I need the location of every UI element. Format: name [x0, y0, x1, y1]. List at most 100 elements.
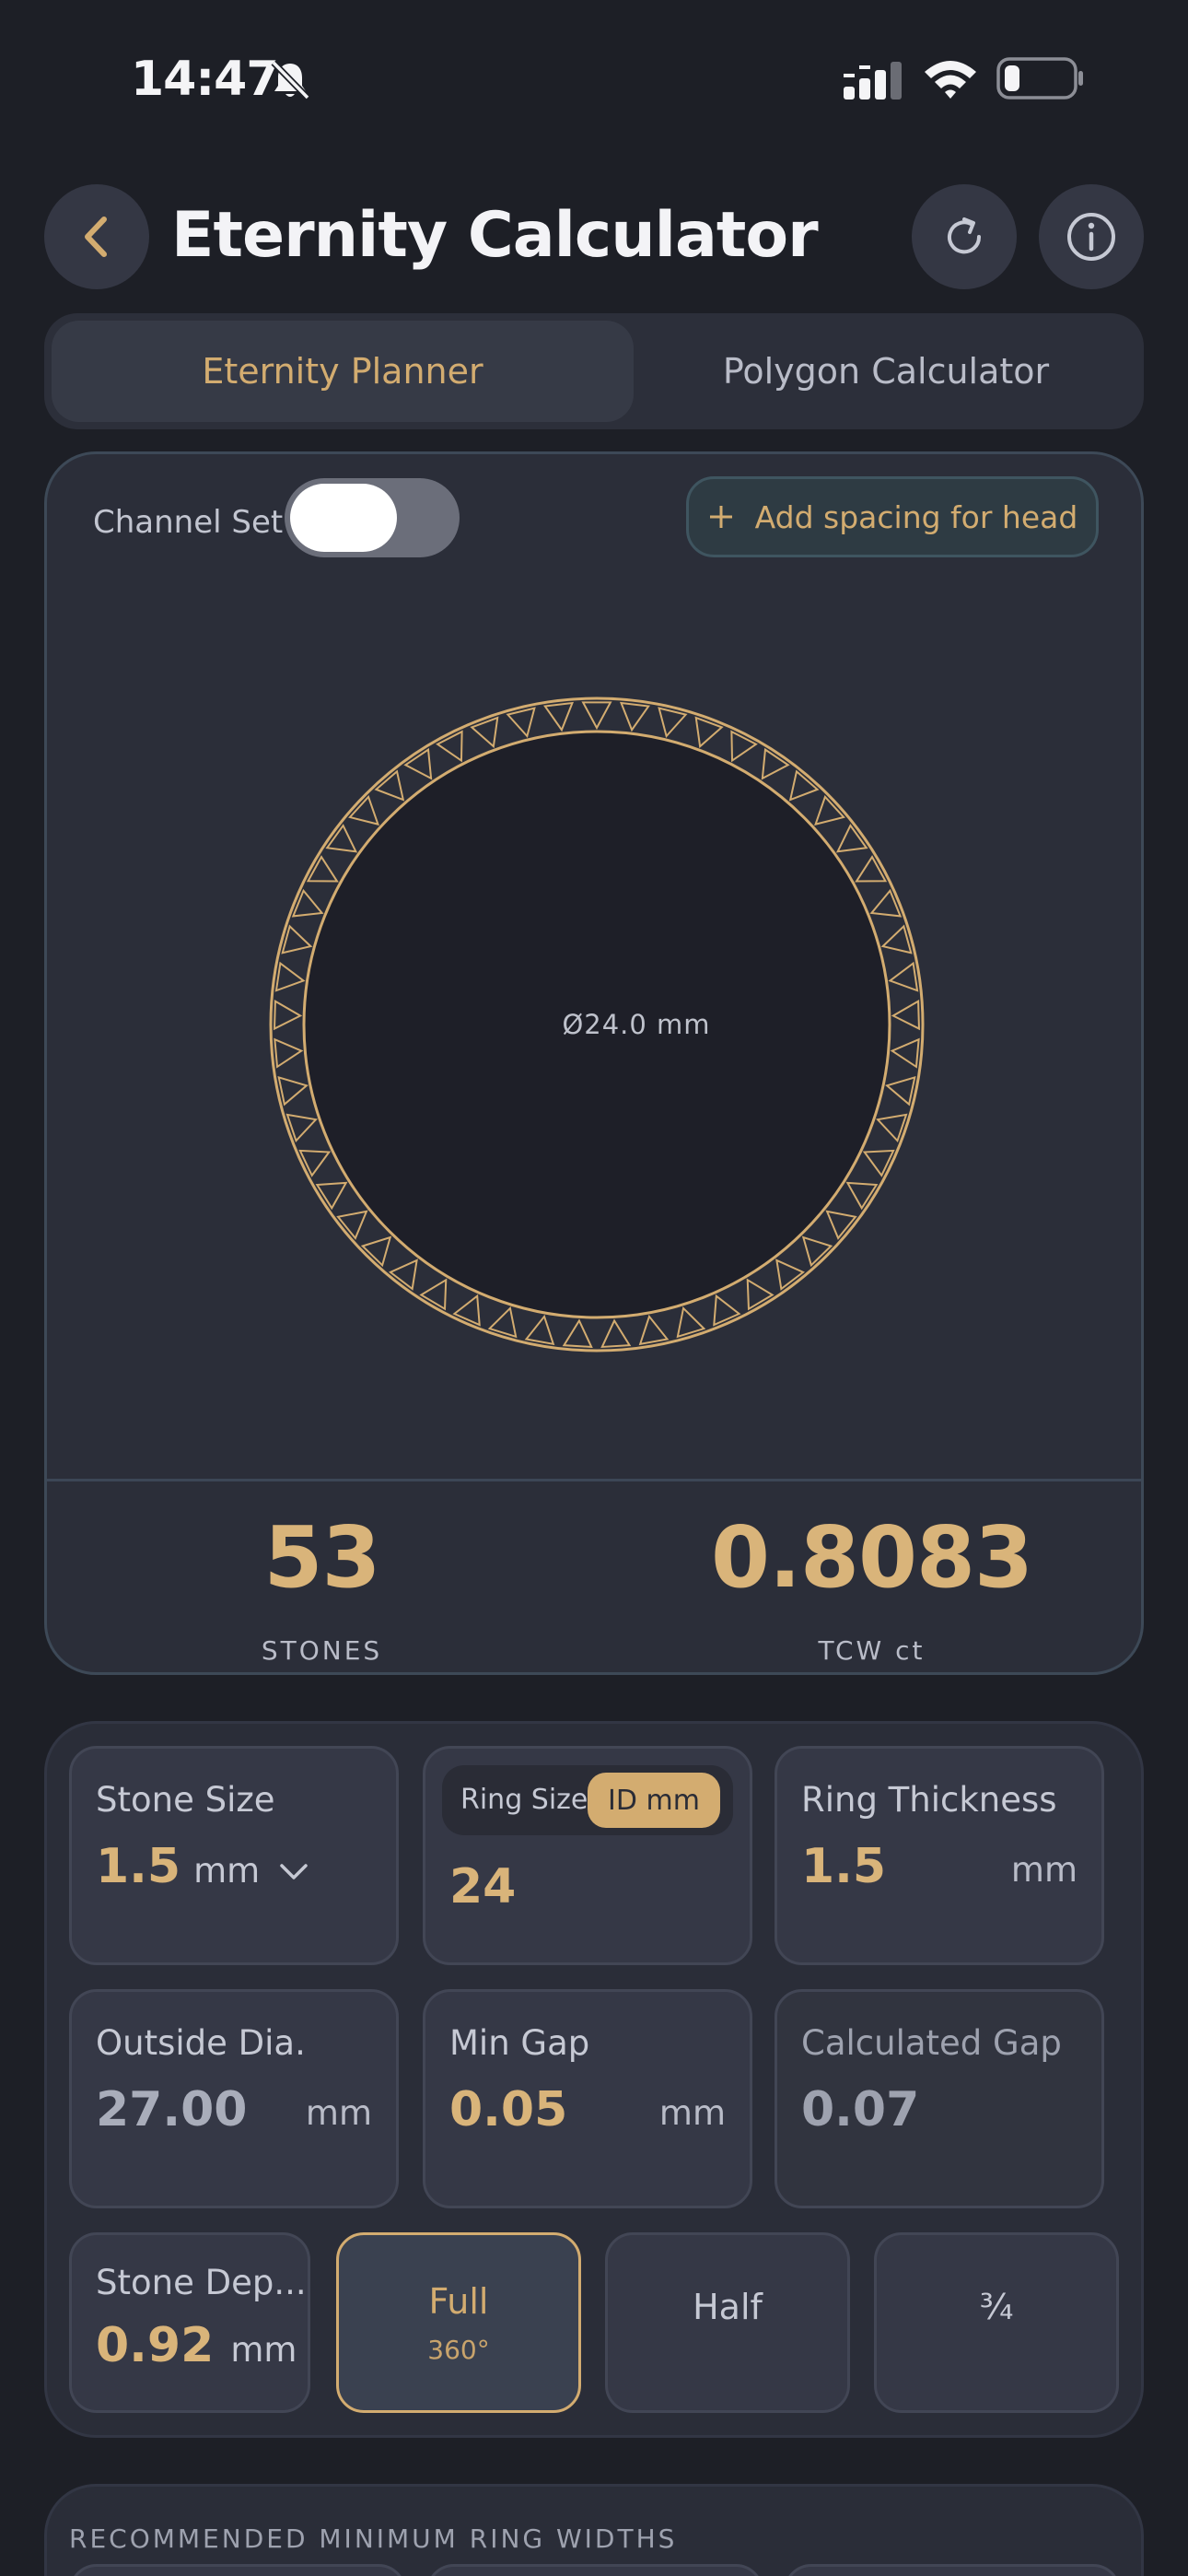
mode-tabs: Eternity Planner Polygon Calculator	[44, 313, 1144, 429]
outside-dia-value: 27.00	[96, 2082, 248, 2137]
stone-marker	[619, 701, 650, 732]
coverage-half-button[interactable]: Half	[605, 2232, 850, 2413]
diameter-label: Ø24.0 mm	[562, 1009, 710, 1040]
stone-marker	[506, 707, 536, 739]
outside-dia-unit: mm	[305, 2093, 372, 2133]
refresh-button[interactable]	[912, 184, 1017, 289]
stone-marker	[880, 924, 913, 954]
stats-divider	[47, 1479, 1141, 1481]
stone-marker	[348, 795, 379, 826]
stone-marker	[581, 701, 612, 731]
ring-size-field[interactable]: Ring Size ID mm 24	[423, 1746, 752, 1965]
stone-marker	[835, 824, 868, 853]
stones-count: 53	[263, 1508, 380, 1607]
stone-marker	[306, 855, 339, 883]
inputs-panel: Stone Size 1.5 mm Ring Size ID mm 24 Rin…	[44, 1721, 1144, 2438]
ring-thickness-value: 1.5	[801, 1839, 887, 1894]
stone-marker	[360, 1235, 392, 1268]
stone-marker	[888, 961, 919, 992]
stone-size-label: Stone Size	[96, 1780, 275, 1820]
calculated-gap-field: Calculated Gap 0.07	[775, 1989, 1104, 2208]
chevron-down-icon	[280, 1864, 308, 1879]
stone-depth-value: 0.92 mm	[96, 2318, 297, 2373]
stone-marker	[775, 1259, 805, 1291]
stone-depth-field[interactable]: Stone Dep... 0.92 mm	[69, 2232, 310, 2413]
page-title: Eternity Calculator	[171, 199, 819, 272]
coverage-full-button[interactable]: Full 360°	[336, 2232, 581, 2413]
stone-marker	[543, 701, 575, 732]
coverage-three-quarter-label: ¾	[979, 2287, 1014, 2327]
calculated-gap-label: Calculated Gap	[801, 2023, 1062, 2063]
coverage-full-label: Full	[428, 2280, 489, 2322]
recommended-item	[784, 2564, 1121, 2576]
chevron-left-icon	[85, 217, 107, 257]
plus-icon	[709, 506, 732, 528]
outside-dia-label: Outside Dia.	[96, 2023, 306, 2063]
stone-marker	[436, 730, 463, 763]
stone-marker	[374, 769, 405, 802]
channel-set-toggle[interactable]	[285, 478, 460, 557]
outside-dia-field[interactable]: Outside Dia. 27.00 mm	[69, 1989, 399, 2208]
info-button[interactable]	[1039, 184, 1144, 289]
stone-marker	[325, 824, 358, 853]
ring-thickness-field[interactable]: Ring Thickness 1.5 mm	[775, 1746, 1104, 1965]
back-button[interactable]	[44, 184, 149, 289]
ring-thickness-unit: mm	[1010, 1850, 1077, 1890]
ring-size-option[interactable]: Ring Size	[460, 1784, 588, 1816]
channel-set-label: Channel Set	[93, 504, 284, 541]
stone-marker	[801, 1235, 833, 1268]
stone-marker	[403, 747, 433, 780]
stones-label: STONES	[261, 1635, 383, 1666]
stone-marker	[730, 730, 758, 763]
stone-marker	[389, 1259, 418, 1291]
stone-marker	[638, 1314, 670, 1346]
tab-polygon-calculator[interactable]: Polygon Calculator	[635, 321, 1136, 422]
recommended-widths-card: RECOMMENDED MINIMUM RING WIDTHS	[44, 2484, 1144, 2576]
stone-depth-number: 0.92	[96, 2318, 215, 2373]
coverage-full-sub: 360°	[427, 2334, 490, 2365]
stone-marker	[885, 1075, 916, 1107]
stone-marker	[676, 1306, 706, 1339]
refresh-icon	[948, 217, 982, 254]
stone-marker	[891, 1000, 921, 1031]
signal-icon	[844, 62, 902, 100]
id-mm-option[interactable]: ID mm	[588, 1773, 720, 1828]
stone-size-number: 1.5	[96, 1839, 181, 1894]
tcw-value: 0.8083	[710, 1508, 1033, 1607]
stone-marker	[524, 1314, 555, 1346]
stone-depth-unit: mm	[230, 2330, 297, 2370]
stone-marker	[788, 769, 820, 802]
recommended-title: RECOMMENDED MINIMUM RING WIDTHS	[69, 2523, 678, 2554]
stone-marker	[746, 1278, 775, 1311]
coverage-three-quarter-button[interactable]: ¾	[874, 2232, 1119, 2413]
ring-size-unit-toggle[interactable]: Ring Size ID mm	[442, 1765, 733, 1835]
stone-marker	[825, 1210, 857, 1240]
stone-marker	[814, 795, 845, 826]
stone-marker	[336, 1210, 368, 1240]
ring-size-value: 24	[449, 1859, 517, 1914]
status-time: 14:47	[131, 52, 280, 107]
stone-depth-label: Stone Dep...	[96, 2263, 307, 2302]
coverage-half-label: Half	[693, 2287, 763, 2327]
min-gap-field[interactable]: Min Gap 0.05 mm	[423, 1989, 752, 2208]
bell-slash-icon	[271, 60, 310, 100]
min-gap-value: 0.05	[449, 2082, 568, 2137]
calculated-gap-value: 0.07	[801, 2082, 920, 2137]
stone-marker	[419, 1278, 448, 1311]
stone-size-field[interactable]: Stone Size 1.5 mm	[69, 1746, 399, 1965]
tab-eternity-planner[interactable]: Eternity Planner	[52, 321, 634, 422]
stone-marker	[761, 747, 790, 780]
stone-marker	[845, 1181, 879, 1211]
stone-size-value: 1.5 mm	[96, 1839, 309, 1894]
stone-marker	[487, 1306, 518, 1339]
stone-marker	[274, 961, 306, 992]
planner-card: Channel Set Add spacing for head Ø24.0 m…	[44, 451, 1144, 1675]
stone-marker	[274, 1037, 304, 1069]
stone-size-unit: mm	[193, 1851, 261, 1891]
stone-marker	[890, 1037, 920, 1069]
add-spacing-head-button[interactable]: Add spacing for head	[686, 476, 1099, 557]
toggle-knob	[290, 484, 397, 552]
stone-marker	[600, 1318, 632, 1349]
wifi-icon	[925, 61, 976, 99]
stone-marker	[562, 1318, 593, 1349]
